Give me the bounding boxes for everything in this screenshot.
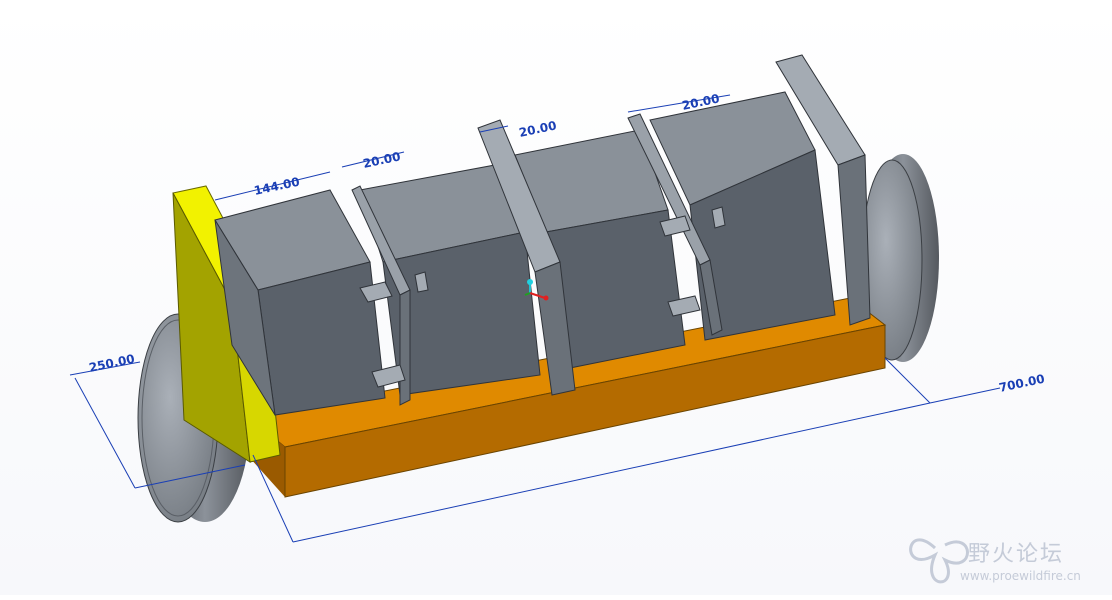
forum-logo-icon (909, 538, 969, 584)
model-canvas[interactable]: 144.00 20.00 20.00 20.00 250.00 700.00 (0, 0, 1112, 595)
dim-20-first[interactable]: 20.00 (362, 149, 402, 171)
dim-700[interactable]: 700.00 (998, 372, 1046, 395)
dim-250[interactable]: 250.00 (88, 352, 136, 375)
watermark-title: 野火论坛 (968, 542, 1065, 567)
dim-144[interactable]: 144.00 (253, 175, 301, 198)
cad-viewport[interactable]: 144.00 20.00 20.00 20.00 250.00 700.00 野… (0, 0, 1112, 595)
watermark-url: www.proewildfire.cn (960, 569, 1081, 583)
dim-20-second[interactable]: 20.00 (518, 118, 558, 140)
